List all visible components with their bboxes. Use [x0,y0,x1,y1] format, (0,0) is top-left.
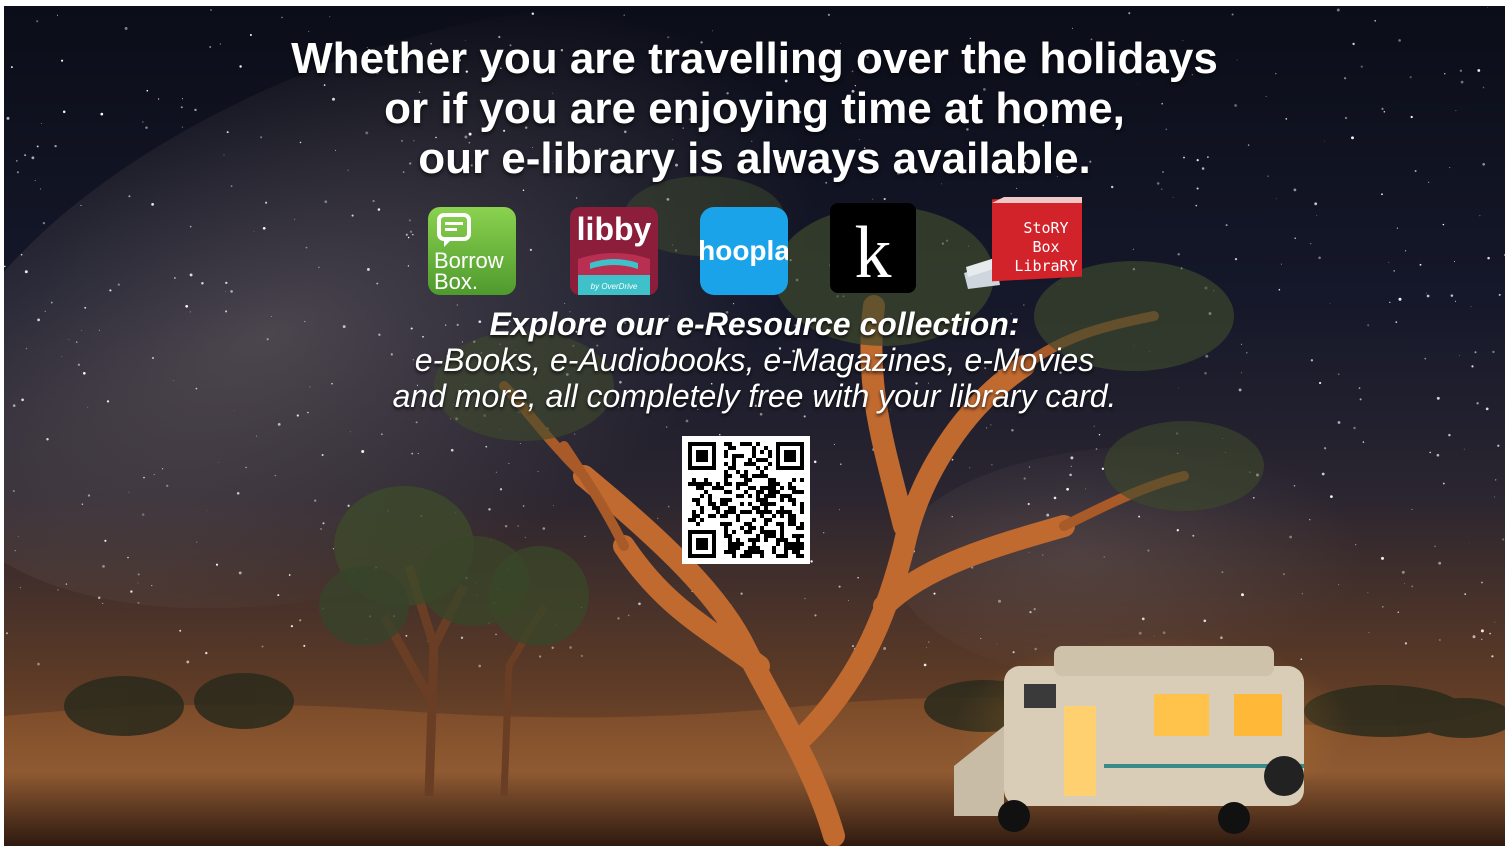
explore-text: Explore our e-Resource collection: e-Boo… [4,306,1505,414]
story-box-library-app[interactable]: StoRY Box LibraRY [960,194,1084,294]
libby-sublabel: by OverDrive [591,282,638,291]
borrowbox-app[interactable]: Borrow Box. [428,207,516,300]
explore-line-3: and more, all completely free with your … [392,378,1117,414]
story-box-label-3: LibraRY [1014,257,1077,275]
explore-line-2: e-Books, e-Audiobooks, e-Magazines, e-Mo… [414,342,1095,378]
headline: Whether you are travelling over the holi… [4,34,1505,184]
hoopla-icon: hoopla [698,207,790,295]
kanopy-icon: k [830,203,916,294]
libby-label: libby [577,211,652,247]
explore-lead: Explore our e-Resource collection: [489,306,1020,342]
story-box-label-2: Box [1032,238,1059,256]
borrowbox-icon: Borrow Box. [428,207,516,295]
kanopy-label: k [855,212,892,293]
story-box-label-1: StoRY [1023,219,1068,237]
hoopla-app[interactable]: hoopla [698,207,790,300]
qr-code-icon [682,436,810,564]
kanopy-app[interactable]: k [830,203,916,298]
libby-app[interactable]: libby by OverDrive [570,207,658,300]
hoopla-label: hoopla [700,235,788,266]
promo-slide: Whether you are travelling over the holi… [4,6,1505,846]
qr-code[interactable] [682,436,810,564]
app-icons-row: Borrow Box. libby by OverDrive hoopla k … [4,194,1505,300]
story-box-library-icon: StoRY Box LibraRY [964,194,1082,289]
headline-line-2: or if you are enjoying time at home, [384,84,1125,133]
campervan [954,636,1354,834]
borrowbox-label-2: Box. [434,269,478,294]
headline-line-1: Whether you are travelling over the holi… [291,34,1218,83]
headline-line-3: our e-library is always available. [418,134,1091,183]
libby-icon: libby by OverDrive [570,207,658,295]
